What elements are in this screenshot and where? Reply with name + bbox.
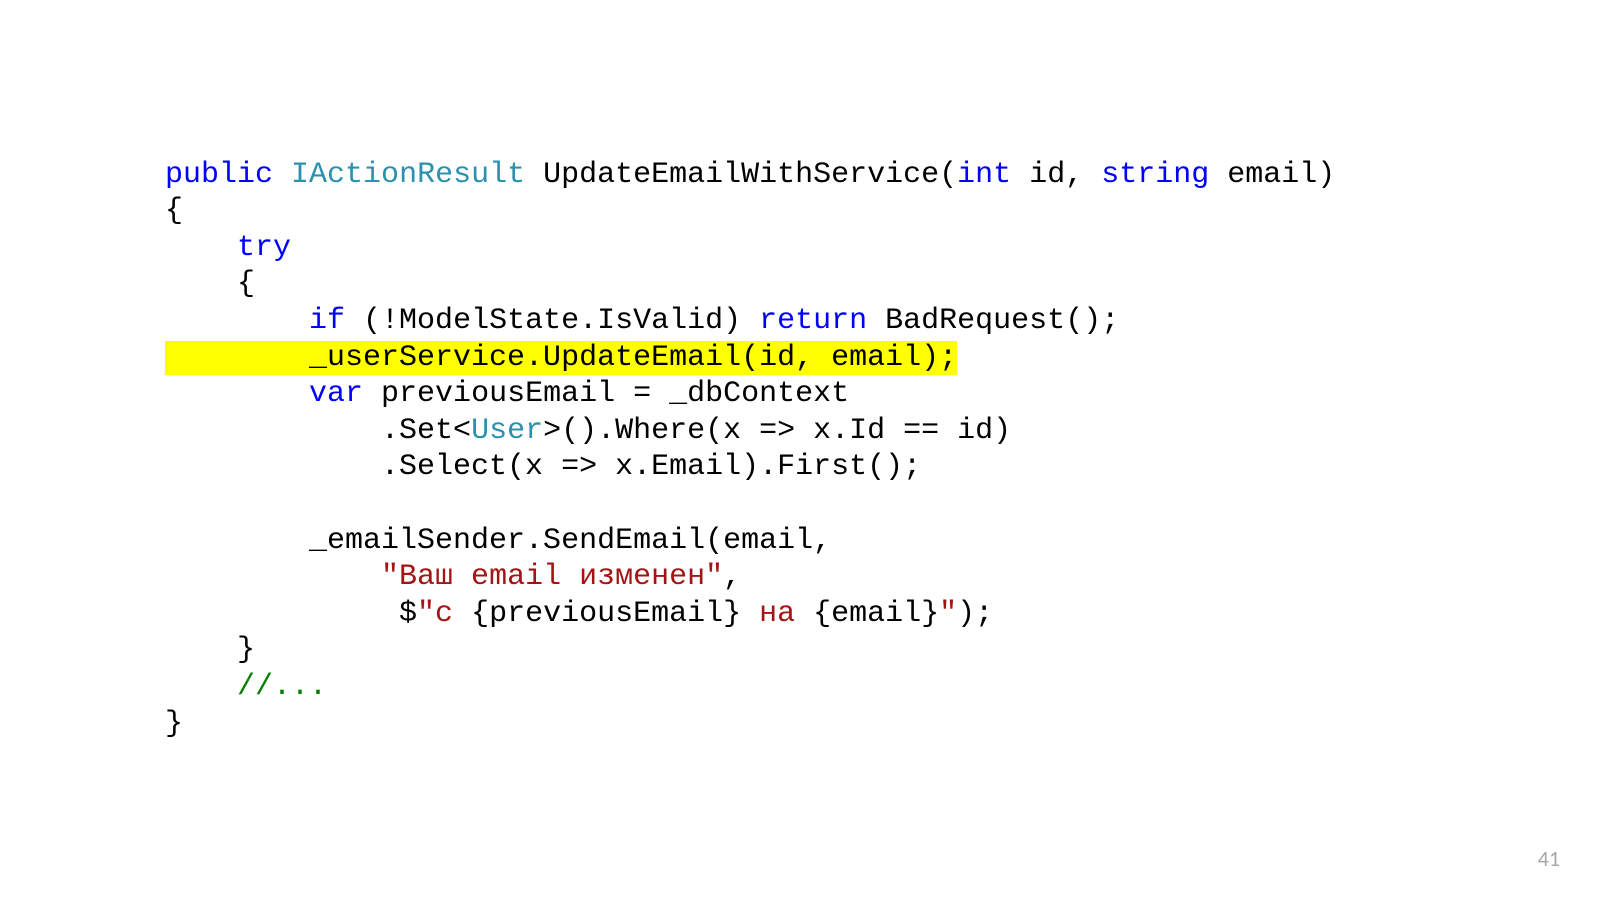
code-line-15: //... (165, 670, 327, 704)
code-line-3: try (165, 231, 291, 265)
string-open: "с (417, 597, 471, 631)
code-line-13: $"с {previousEmail} на {email}"); (165, 597, 993, 631)
string-mid: на (741, 597, 813, 631)
string-close: " (939, 597, 957, 631)
code-line-5: if (!ModelState.IsValid) return BadReque… (165, 304, 1119, 338)
keyword-public: public (165, 158, 273, 192)
comment: //... (237, 670, 327, 704)
keyword-if: if (309, 304, 345, 338)
code-line-16: } (165, 707, 183, 741)
code-line-8: .Set<User>().Where(x => x.Id == id) (165, 414, 1011, 448)
code-line-11: _emailSender.SendEmail(email, (165, 524, 831, 558)
type-iactionresult: IActionResult (291, 158, 525, 192)
interp-email: {email} (813, 597, 939, 631)
type-user: User (471, 414, 543, 448)
highlighted-line: _userService.UpdateEmail(id, email); (165, 341, 957, 375)
keyword-return: return (759, 304, 867, 338)
slide: public IActionResult UpdateEmailWithServ… (0, 0, 1600, 900)
code-line-12: "Ваш email изменен", (165, 560, 741, 594)
keyword-int: int (957, 158, 1011, 192)
interp-previous-email: {previousEmail} (471, 597, 741, 631)
code-line-2: { (165, 194, 183, 228)
code-line-7: var previousEmail = _dbContext (165, 377, 849, 411)
code-block: public IActionResult UpdateEmailWithServ… (165, 120, 1335, 742)
code-line-1: public IActionResult UpdateEmailWithServ… (165, 158, 1335, 192)
keyword-var: var (309, 377, 363, 411)
code-line-4: { (165, 267, 255, 301)
page-number: 41 (1538, 845, 1560, 872)
code-line-14: } (165, 633, 255, 667)
keyword-try: try (237, 231, 291, 265)
string-literal-subject: "Ваш email изменен" (381, 560, 723, 594)
keyword-string: string (1101, 158, 1209, 192)
code-line-6-highlight: _userService.UpdateEmail(id, email); (165, 341, 957, 375)
code-line-9: .Select(x => x.Email).First(); (165, 450, 921, 484)
